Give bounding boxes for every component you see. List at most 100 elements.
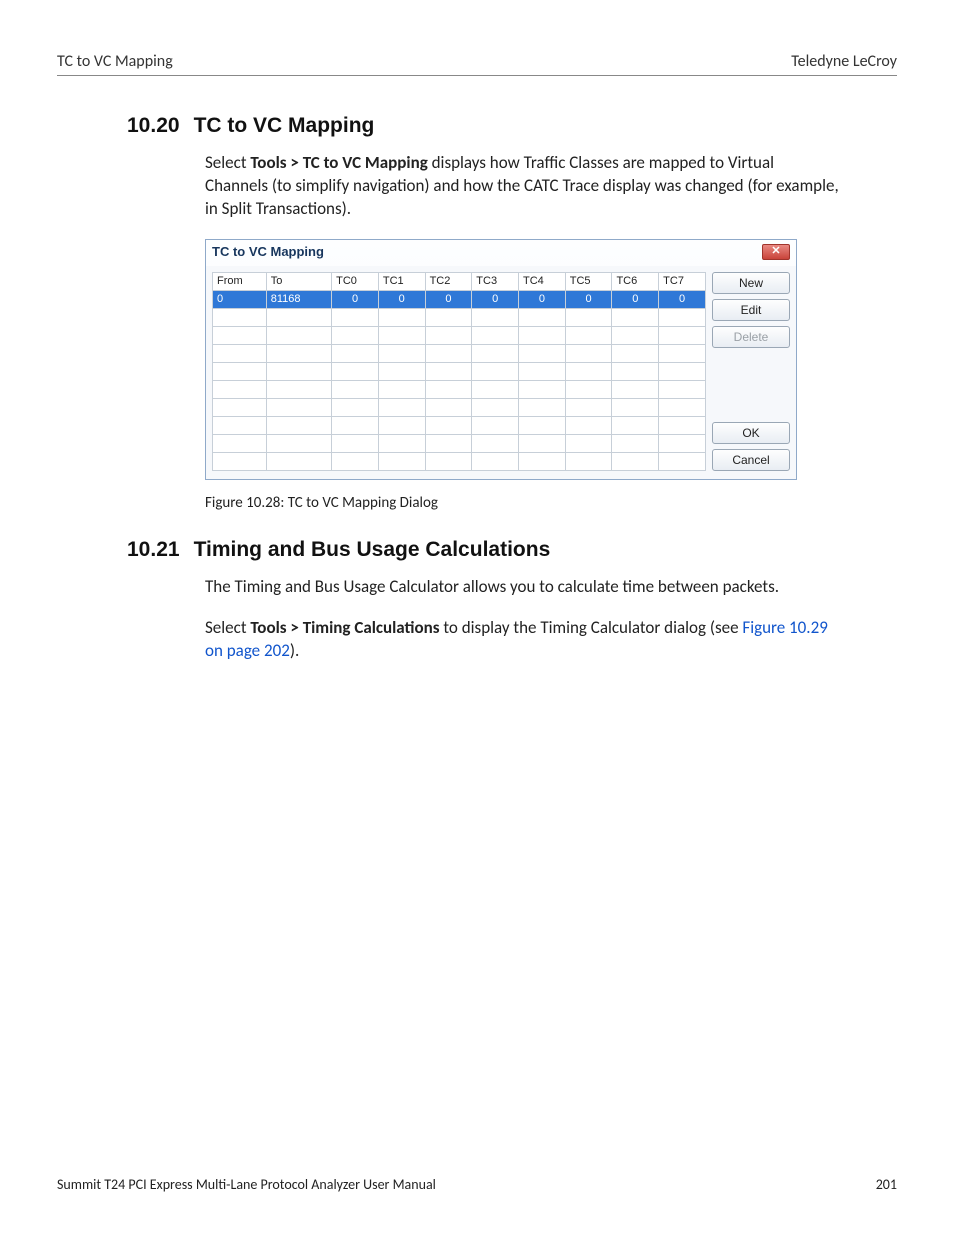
table-cell [659, 416, 706, 434]
table-cell [565, 416, 612, 434]
table-cell [612, 452, 659, 470]
dialog-button-column: New Edit Delete OK Cancel [712, 272, 790, 471]
table-cell [266, 416, 331, 434]
table-cell: 0 [519, 290, 566, 308]
table-cell [425, 308, 472, 326]
table-cell [472, 452, 519, 470]
table-cell [519, 308, 566, 326]
table-cell [659, 326, 706, 344]
table-cell [425, 398, 472, 416]
table-cell [266, 326, 331, 344]
col-tc7: TC7 [659, 272, 706, 290]
table-cell: 0 [472, 290, 519, 308]
cancel-button[interactable]: Cancel [712, 449, 790, 471]
table-cell [213, 398, 267, 416]
table-cell: 0 [565, 290, 612, 308]
table-cell [472, 434, 519, 452]
col-tc1: TC1 [378, 272, 425, 290]
table-cell [472, 308, 519, 326]
table-cell [659, 380, 706, 398]
table-cell [565, 362, 612, 380]
table-cell [332, 434, 379, 452]
table-cell: 0 [612, 290, 659, 308]
table-row[interactable]: 08116800000000 [213, 290, 706, 308]
table-cell [266, 308, 331, 326]
new-button[interactable]: New [712, 272, 790, 294]
table-cell [659, 362, 706, 380]
table-cell [378, 416, 425, 434]
close-icon[interactable]: ✕ [762, 244, 790, 260]
table-cell [519, 380, 566, 398]
table-cell [565, 434, 612, 452]
edit-button[interactable]: Edit [712, 299, 790, 321]
table-cell [332, 380, 379, 398]
table-row[interactable] [213, 362, 706, 380]
section-10-21-para2: Select Tools > Timing Calculations to di… [205, 617, 839, 663]
section-title: Timing and Bus Usage Calculations [194, 538, 551, 562]
mapping-table[interactable]: From To TC0 TC1 TC2 TC3 TC4 TC5 TC6 TC7 … [212, 272, 706, 471]
table-cell [213, 434, 267, 452]
table-cell [213, 326, 267, 344]
table-cell [378, 380, 425, 398]
table-cell: 0 [659, 290, 706, 308]
table-cell [213, 344, 267, 362]
page-header: TC to VC Mapping Teledyne LeCroy [57, 52, 897, 76]
table-cell [659, 398, 706, 416]
table-cell [266, 452, 331, 470]
ok-button[interactable]: OK [712, 422, 790, 444]
table-cell [519, 344, 566, 362]
figure-10-28: TC to VC Mapping ✕ From To TC0 [205, 239, 797, 480]
delete-button[interactable]: Delete [712, 326, 790, 348]
dialog-title-text: TC to VC Mapping [212, 244, 324, 259]
section-10-21-para1: The Timing and Bus Usage Calculator allo… [205, 576, 839, 599]
table-cell [565, 326, 612, 344]
table-cell [332, 362, 379, 380]
table-cell [378, 344, 425, 362]
body-text: to display the Timing Calculator dialog … [440, 617, 743, 638]
col-tc0: TC0 [332, 272, 379, 290]
table-cell [425, 416, 472, 434]
table-row[interactable] [213, 452, 706, 470]
table-row[interactable] [213, 344, 706, 362]
table-row[interactable] [213, 398, 706, 416]
table-cell [472, 416, 519, 434]
table-cell [519, 416, 566, 434]
table-cell [612, 380, 659, 398]
table-cell [472, 362, 519, 380]
body-text: The Timing and Bus Usage Calculator allo… [205, 576, 779, 597]
table-row[interactable] [213, 416, 706, 434]
body-text: Select [205, 617, 250, 638]
table-row[interactable] [213, 308, 706, 326]
table-cell [519, 326, 566, 344]
table-cell [378, 362, 425, 380]
body-text: ). [290, 640, 299, 661]
table-cell [332, 344, 379, 362]
table-cell [565, 308, 612, 326]
table-cell [213, 308, 267, 326]
table-row[interactable] [213, 434, 706, 452]
body-text: Select [205, 152, 250, 173]
table-row[interactable] [213, 380, 706, 398]
section-heading-10-20: 10.20 TC to VC Mapping [127, 114, 897, 138]
table-cell [519, 398, 566, 416]
table-cell [612, 434, 659, 452]
figure-caption: Figure 10.28: TC to VC Mapping Dialog [205, 494, 897, 512]
section-10-20-body: Select Tools > TC to VC Mapping displays… [205, 152, 839, 221]
table-cell [425, 326, 472, 344]
table-cell [519, 434, 566, 452]
table-row[interactable] [213, 326, 706, 344]
col-tc3: TC3 [472, 272, 519, 290]
table-cell: 0 [332, 290, 379, 308]
table-cell [612, 362, 659, 380]
table-cell [612, 416, 659, 434]
col-tc4: TC4 [519, 272, 566, 290]
table-cell [332, 416, 379, 434]
footer-left: Summit T24 PCI Express Multi-Lane Protoc… [57, 1176, 436, 1193]
col-tc6: TC6 [612, 272, 659, 290]
section-heading-10-21: 10.21 Timing and Bus Usage Calculations [127, 538, 897, 562]
table-cell: 0 [213, 290, 267, 308]
table-cell [332, 326, 379, 344]
table-cell [266, 434, 331, 452]
table-cell [659, 434, 706, 452]
table-cell [659, 452, 706, 470]
